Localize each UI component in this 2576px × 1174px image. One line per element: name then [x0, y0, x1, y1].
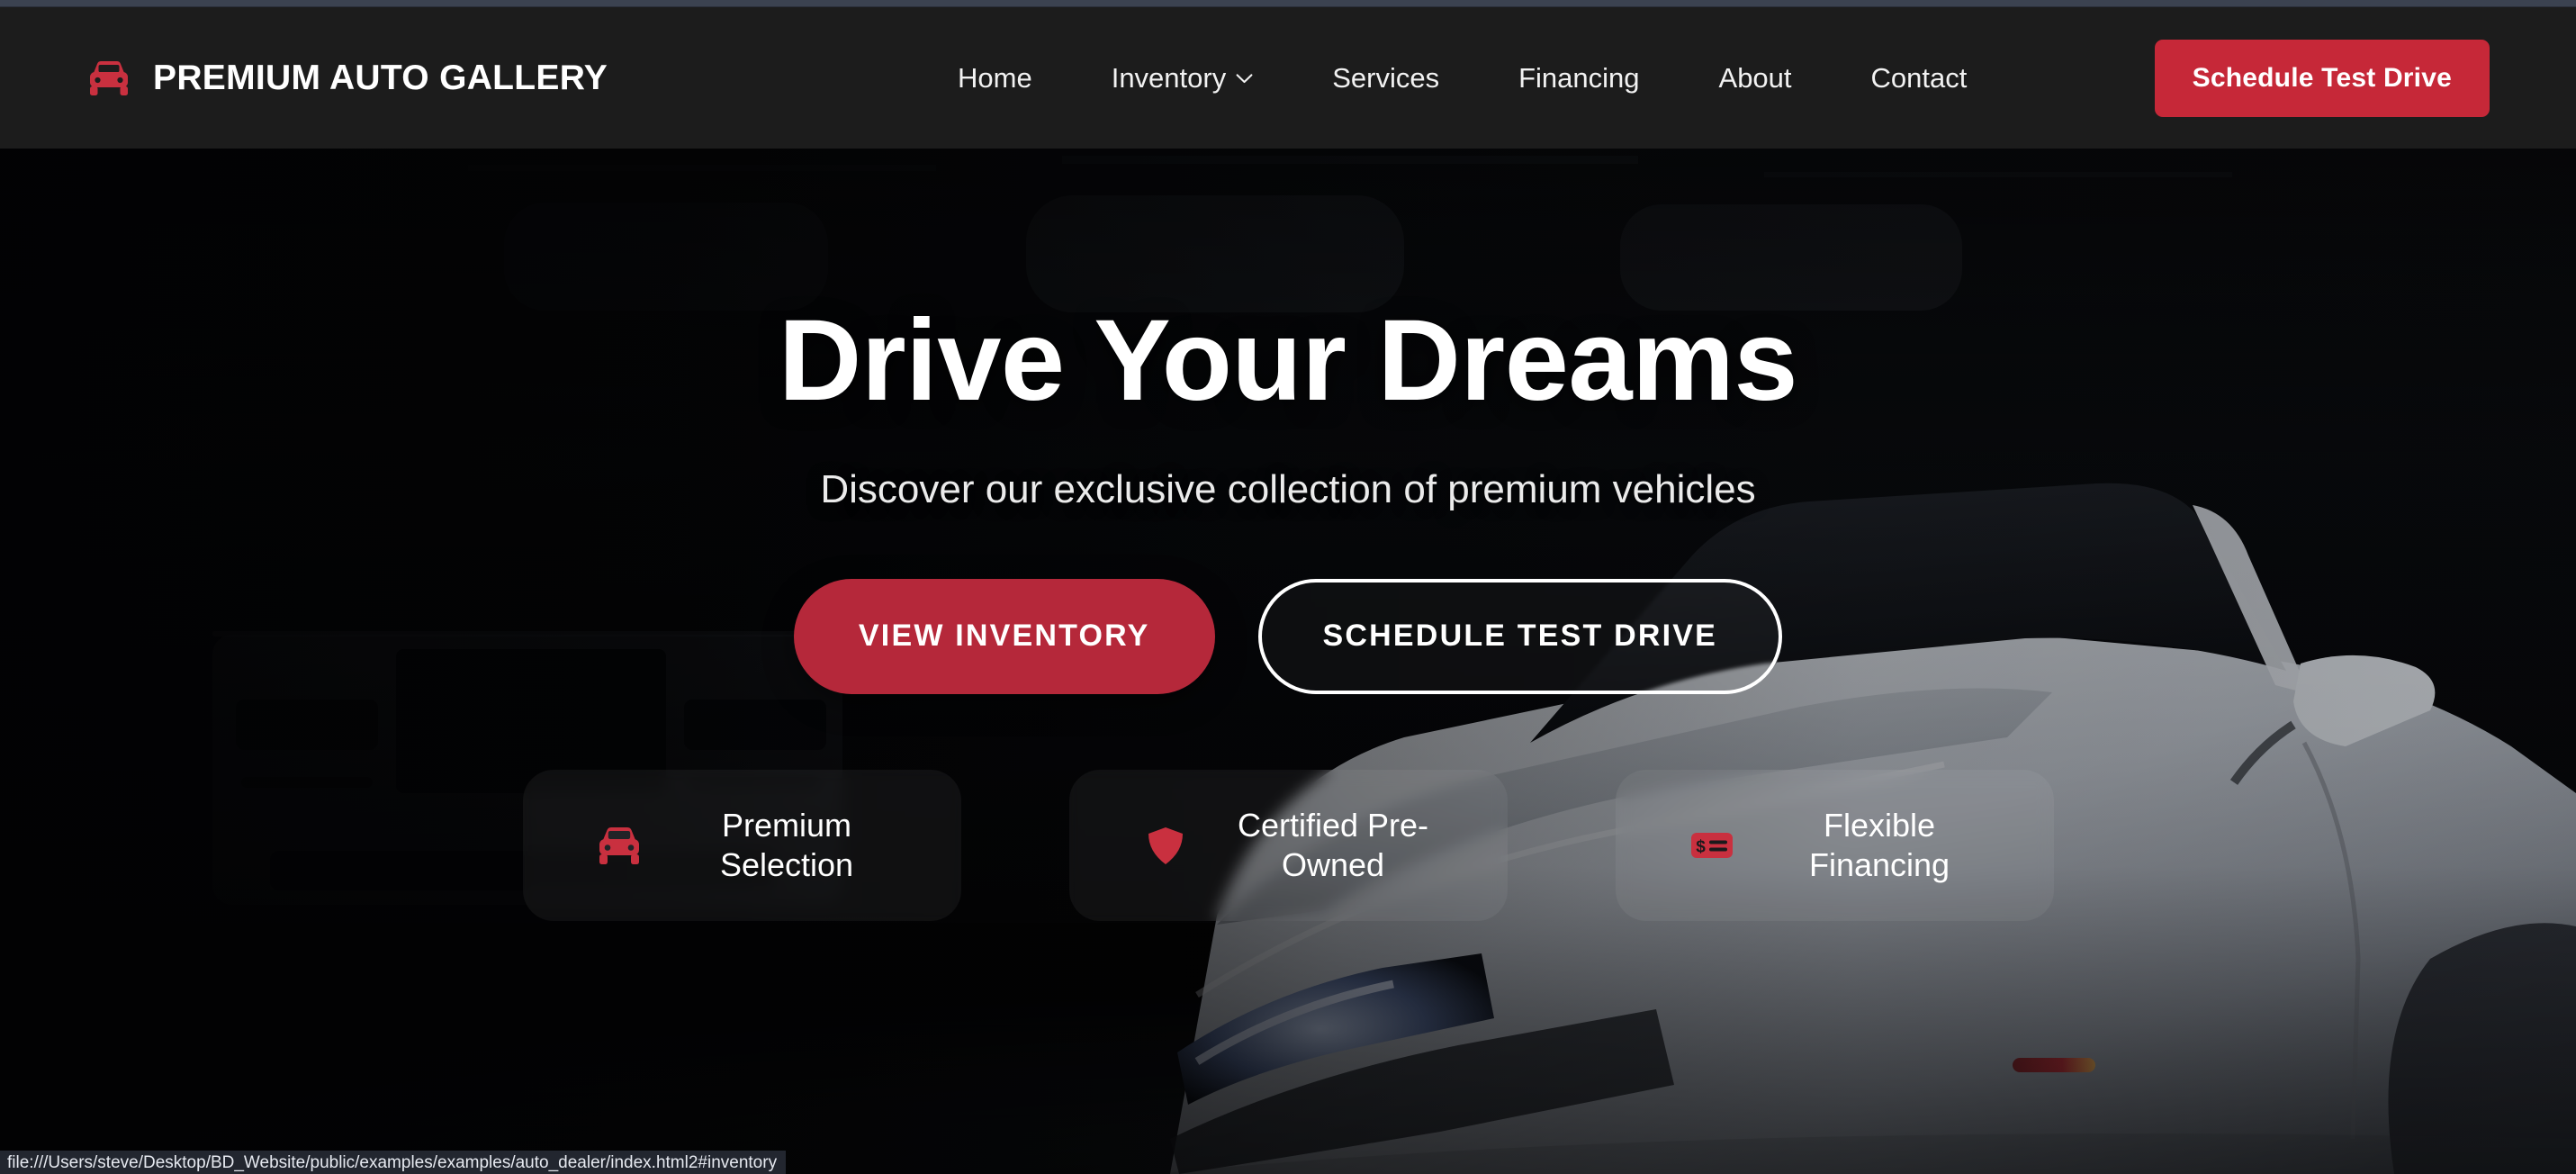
browser-chrome-strip: [0, 0, 2576, 7]
feature-card-label: Flexible Financing: [1808, 806, 1950, 883]
feature-card-certified-pre-owned[interactable]: Certified Pre-Owned: [1068, 769, 1508, 921]
hero-feature-cards: Premium Selection Certified Pre-Owned $: [522, 769, 2054, 921]
hero-action-buttons: VIEW INVENTORY SCHEDULE TEST DRIVE: [793, 578, 1783, 694]
nav-item-label: About: [1718, 61, 1792, 94]
header-schedule-test-drive-button[interactable]: Schedule Test Drive: [2154, 40, 2490, 117]
feature-card-flexible-financing[interactable]: $ Flexible Financing: [1615, 769, 2054, 921]
nav-item-label: Home: [958, 61, 1032, 94]
nav-item-label: Inventory: [1111, 61, 1227, 94]
nav-item-services[interactable]: Services: [1293, 62, 1479, 95]
nav-item-financing[interactable]: Financing: [1479, 62, 1679, 95]
browser-status-bar-url: file:///Users/steve/Desktop/BD_Website/p…: [0, 1151, 787, 1174]
site-header: PREMIUM AUTO GALLERY Home Inventory Serv…: [0, 7, 2576, 149]
nav-item-label: Financing: [1518, 61, 1640, 94]
hero-schedule-test-drive-button[interactable]: SCHEDULE TEST DRIVE: [1257, 578, 1783, 694]
nav-item-label: Contact: [1870, 61, 1968, 94]
brand-name: PREMIUM AUTO GALLERY: [153, 58, 608, 97]
hero-title: Drive Your Dreams: [778, 296, 1798, 425]
shield-icon: [1148, 826, 1183, 864]
nav-item-about[interactable]: About: [1680, 62, 1832, 95]
main-nav: Home Inventory Services Financing About …: [918, 7, 2006, 149]
chevron-down-icon: [1236, 73, 1253, 83]
money-card-icon: $: [1691, 832, 1733, 858]
car-front-icon: [599, 826, 639, 864]
nav-item-inventory[interactable]: Inventory: [1072, 62, 1293, 95]
brand-logo[interactable]: PREMIUM AUTO GALLERY: [85, 59, 608, 98]
nav-item-home[interactable]: Home: [918, 62, 1072, 95]
view-inventory-button[interactable]: VIEW INVENTORY: [793, 578, 1215, 694]
hero-content: Drive Your Dreams Discover our exclusive…: [0, 149, 2576, 1174]
hero-section: Drive Your Dreams Discover our exclusive…: [0, 149, 2576, 1174]
nav-item-label: Services: [1332, 61, 1440, 94]
car-front-icon: [90, 60, 128, 95]
feature-card-label: Premium Selection: [719, 806, 854, 883]
page-root: PREMIUM AUTO GALLERY Home Inventory Serv…: [0, 7, 2576, 1174]
feature-card-premium-selection[interactable]: Premium Selection: [522, 769, 961, 921]
nav-item-contact[interactable]: Contact: [1832, 62, 2007, 95]
svg-text:$: $: [1696, 837, 1706, 856]
hero-subtitle: Discover our exclusive collection of pre…: [820, 466, 1756, 511]
feature-card-label: Certified Pre-Owned: [1237, 806, 1429, 883]
